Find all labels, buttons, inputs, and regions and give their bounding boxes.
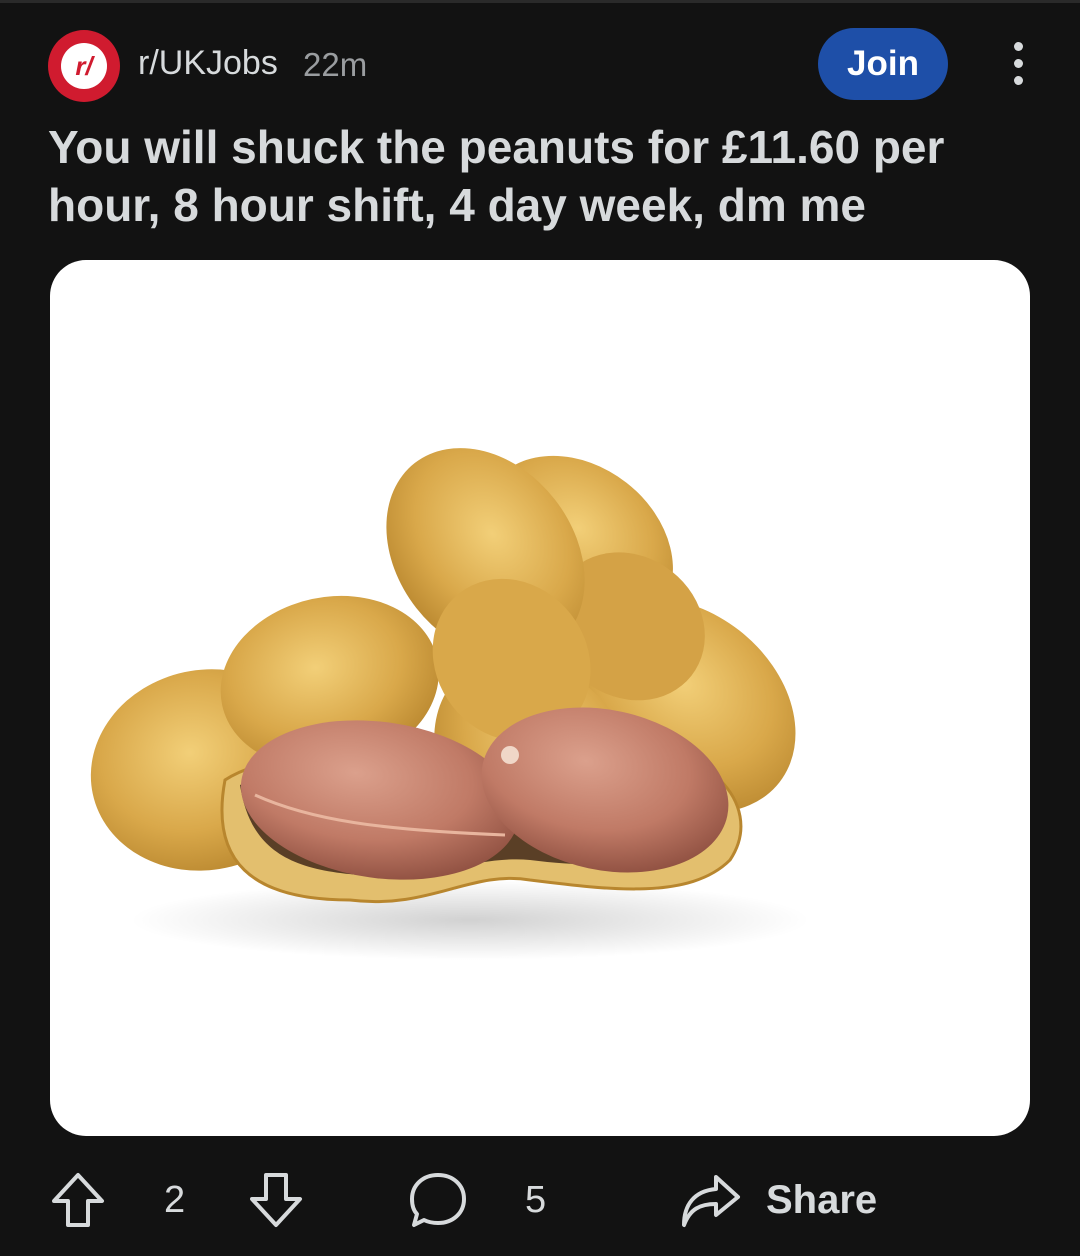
share-arrow-icon — [682, 1175, 740, 1227]
subreddit-name[interactable]: r/UKJobs — [138, 44, 278, 83]
more-vertical-icon[interactable] — [1003, 42, 1033, 86]
upvote-count: 2 — [164, 1178, 186, 1221]
subreddit-avatar[interactable]: r/ — [48, 30, 120, 102]
post-time: 22m — [303, 46, 368, 83]
comments-button[interactable] — [408, 1160, 468, 1240]
arrow-down-icon — [250, 1173, 302, 1227]
arrow-up-icon — [52, 1173, 104, 1227]
post-title[interactable]: You will shuck the peanuts for £11.60 pe… — [48, 118, 1008, 234]
downvote-button[interactable] — [248, 1160, 304, 1240]
peanuts-image — [90, 448, 810, 960]
comment-bubble-icon — [410, 1173, 466, 1227]
comment-count: 5 — [525, 1178, 547, 1221]
upvote-button[interactable] — [50, 1160, 106, 1240]
comment-count-wrap: 5 — [525, 1160, 546, 1240]
join-button[interactable]: Join — [818, 28, 948, 100]
post-image[interactable] — [50, 260, 1030, 1136]
vote-count: 2 — [164, 1160, 185, 1240]
avatar-logo: r/ — [61, 43, 107, 89]
top-divider — [0, 0, 1080, 3]
post-header: r/ r/UKJobs 22m Join — [48, 28, 1038, 102]
share-button[interactable]: Share — [678, 1160, 877, 1240]
post-actions: 2 5 Share — [0, 1160, 1080, 1240]
share-label: Share — [766, 1177, 878, 1222]
